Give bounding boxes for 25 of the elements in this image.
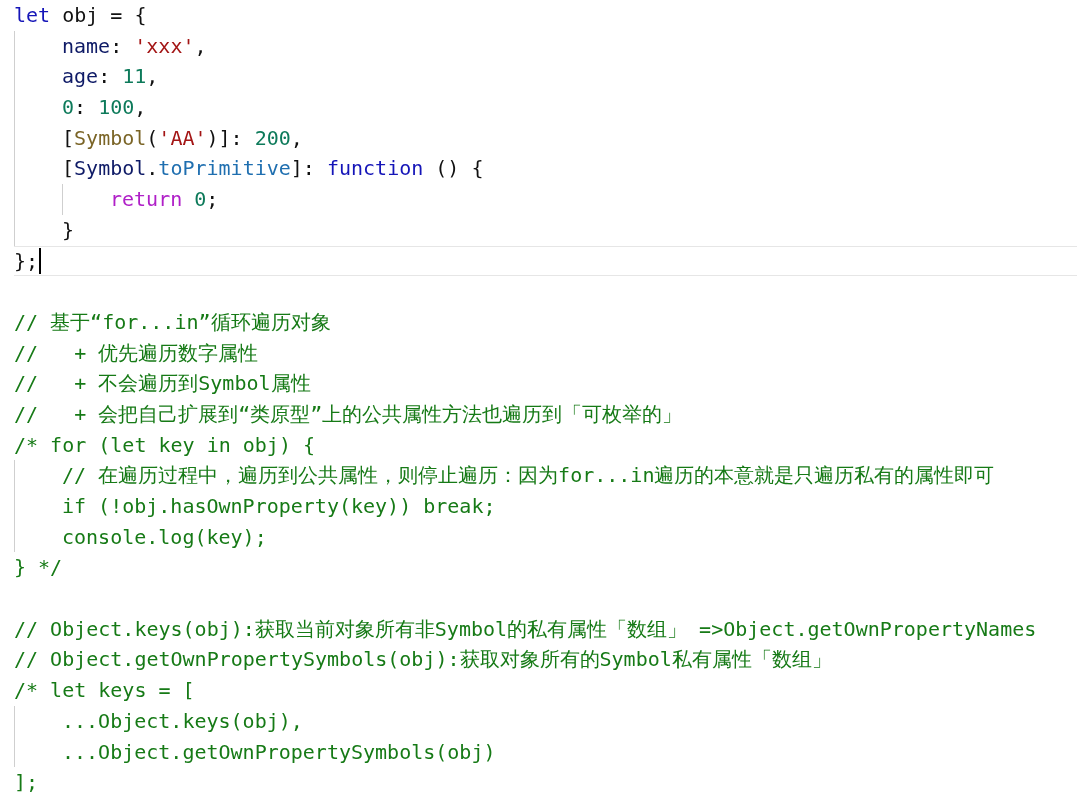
code-line: }: [62, 216, 75, 244]
code-line: /* for (let key in obj) {: [14, 431, 316, 459]
code-line: /* let keys = [: [14, 677, 195, 705]
code-line: if (!obj.hasOwnProperty(key)) break;: [62, 493, 496, 520]
code-line: name: 'xxx',: [62, 32, 207, 60]
code-line: // 基于“for...in”循环遍历对象: [14, 308, 331, 336]
text-cursor: [39, 247, 42, 274]
code-line: // Object.keys(obj):获取当前对象所有非Symbol的私有属性「数组」 =>Object.getOwnPropertyNames: [14, 615, 1037, 643]
code-line: [Symbol.toPrimitive]: function () {: [62, 155, 484, 183]
code-line: // + 会把自己扩展到“类原型”上的公共属性方法也遍历到「可枚举的」: [14, 400, 683, 428]
code-line: ...Object.getOwnPropertySymbols(obj): [62, 738, 496, 766]
code-line: ...Object.keys(obj),: [62, 707, 303, 735]
code-line: age: 11,: [62, 63, 159, 91]
code-line: 0: 100,: [62, 94, 147, 122]
code-line: // 在遍历过程中，遍历到公共属性，则停止遍历：因为for...in遍历的本意就是只遍历私有的属性即可: [62, 462, 995, 490]
code-line: console.log(key);: [62, 523, 267, 551]
code-line: // + 优先遍历数字属性: [14, 339, 259, 367]
code-line: ];: [14, 769, 39, 797]
code-line: let obj = {: [14, 2, 147, 29]
code-line: } */: [14, 554, 63, 582]
code-line: return 0;: [110, 186, 219, 214]
code-line: [Symbol('AA')]: 200,: [62, 124, 303, 152]
code-line: };: [14, 247, 39, 275]
code-line: // + 不会遍历到Symbol属性: [14, 370, 311, 398]
code-line: // Object.getOwnPropertySymbols(obj):获取对象所有的Symbol私有属性「数组」: [14, 646, 832, 674]
